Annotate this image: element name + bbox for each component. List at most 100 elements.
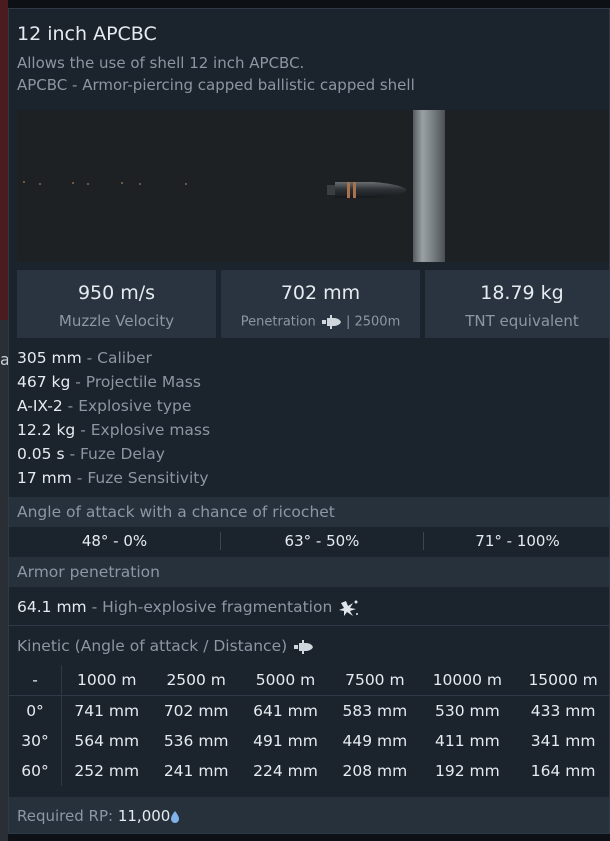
table-cell: 641 mm xyxy=(253,702,318,720)
explosion-icon xyxy=(339,600,359,616)
table-header-row: - 1000 m 2500 m 5000 m 7500 m 10000 m 15… xyxy=(9,665,609,696)
table-cell: 530 mm xyxy=(435,702,500,720)
stats-row: 950 m/s Muzzle Velocity 702 mm Penetrati… xyxy=(17,270,609,338)
shell-preview xyxy=(17,110,609,262)
background-text-fragment: a xyxy=(0,350,10,369)
property-label: - Explosive type xyxy=(67,397,192,415)
property-value: 305 mm xyxy=(17,349,82,367)
property-explosive-type: A-IX-2 - Explosive type xyxy=(17,394,210,418)
table-cell: 741 mm xyxy=(74,702,140,720)
penetration-section-header: Armor penetration xyxy=(9,557,609,587)
required-rp-label: Required RP: xyxy=(17,807,114,825)
stat-value: 950 m/s xyxy=(77,282,156,304)
stat-label: TNT equivalent xyxy=(465,312,579,330)
property-caliber: 305 mm - Caliber xyxy=(17,346,210,370)
table-cell: 192 mm xyxy=(435,762,500,780)
table-row: 0° 741 mm 702 mm 641 mm 583 mm 530 mm 43… xyxy=(9,695,609,726)
table-cell: 536 mm xyxy=(163,732,229,750)
dust-particle xyxy=(23,181,25,183)
dust-particle xyxy=(121,182,123,184)
ricochet-cell: 63° - 50% xyxy=(284,532,360,550)
ricochet-title: Angle of attack with a chance of ricoche… xyxy=(17,503,335,521)
property-label: - Caliber xyxy=(86,349,152,367)
table-cell: 164 mm xyxy=(530,762,596,780)
divider xyxy=(9,625,609,626)
ricochet-cell: 48° - 0% xyxy=(81,532,148,550)
table-cell: 491 mm xyxy=(253,732,318,750)
shell-icon xyxy=(294,639,314,654)
dust-particle xyxy=(139,183,141,185)
table-row: 30° 564 mm 536 mm 491 mm 449 mm 411 mm 3… xyxy=(9,726,609,756)
description-line-1: Allows the use of shell 12 inch APCBC. xyxy=(17,54,305,72)
stat-label: Muzzle Velocity xyxy=(58,312,175,330)
dust-particle xyxy=(185,183,187,185)
table-cell: 564 mm xyxy=(74,732,140,750)
dust-particle xyxy=(72,182,74,184)
table-cell: 208 mm xyxy=(342,762,408,780)
table-cell: 60° xyxy=(9,756,62,786)
description-line-2: APCBC - Armor-piercing capped ballistic … xyxy=(17,76,415,94)
table-cell: 252 mm xyxy=(74,762,140,780)
property-value: 12.2 kg xyxy=(17,421,76,439)
property-value: 467 kg xyxy=(17,373,71,391)
table-header-cell: 5000 m xyxy=(240,665,331,696)
table-cell: 30° xyxy=(9,726,62,756)
dust-particle xyxy=(87,183,89,185)
shell-icon xyxy=(321,315,341,329)
table-cell: 341 mm xyxy=(530,732,596,750)
he-label: - High-explosive fragmentation xyxy=(91,598,333,616)
ricochet-section-header: Angle of attack with a chance of ricoche… xyxy=(9,497,609,527)
ammo-tooltip: 12 inch APCBC Allows the use of shell 12… xyxy=(8,8,610,834)
table-header-cell: 2500 m xyxy=(151,665,241,696)
table-cell: 241 mm xyxy=(163,762,229,780)
table-header-cell: 10000 m xyxy=(419,665,516,696)
penetration-table: - 1000 m 2500 m 5000 m 7500 m 10000 m 15… xyxy=(9,665,609,786)
table-cell: 224 mm xyxy=(253,762,318,780)
property-projectile-mass: 467 kg - Projectile Mass xyxy=(17,370,210,394)
research-point-icon xyxy=(171,810,180,823)
table-cell: 0° xyxy=(9,695,62,726)
table-header-cell: - xyxy=(9,665,62,696)
stat-muzzle-velocity: 950 m/s Muzzle Velocity xyxy=(17,270,216,338)
property-label: - Fuze Delay xyxy=(69,445,165,463)
table-cell: 449 mm xyxy=(342,732,408,750)
stat-label: Penetration | 2500m xyxy=(221,314,420,330)
table-header-cell: 1000 m xyxy=(61,665,152,696)
he-penetration-row: 64.1 mm - High-explosive fragmentation xyxy=(17,595,359,619)
ammo-description: Allows the use of shell 12 inch APCBC. A… xyxy=(17,52,415,96)
ricochet-row: 48° - 0% 63° - 50% 71° - 100% xyxy=(9,528,609,554)
table-cell: 433 mm xyxy=(530,702,596,720)
research-footer: Required RP: 11,000 xyxy=(9,797,609,833)
property-value: A-IX-2 xyxy=(17,397,63,415)
penetration-title: Armor penetration xyxy=(17,563,160,581)
background-window-accent xyxy=(0,0,8,320)
table-row: 60° 252 mm 241 mm 224 mm 208 mm 192 mm 1… xyxy=(9,756,609,786)
kinetic-title: Kinetic (Angle of attack / Distance) xyxy=(17,637,288,655)
dust-particle xyxy=(39,183,41,185)
property-fuze-sensitivity: 17 mm - Fuze Sensitivity xyxy=(17,466,210,490)
ricochet-cell: 71° - 100% xyxy=(475,532,560,550)
property-label: - Projectile Mass xyxy=(75,373,201,391)
stat-value: 18.79 kg xyxy=(480,282,564,304)
stat-value: 702 mm xyxy=(280,282,361,304)
stat-label-prefix: Penetration xyxy=(240,314,316,330)
table-cell: 583 mm xyxy=(342,702,408,720)
property-label: - Fuze Sensitivity xyxy=(76,469,209,487)
required-rp-value: 11,000 xyxy=(117,807,171,825)
stat-tnt-equivalent: 18.79 kg TNT equivalent xyxy=(425,270,609,338)
properties-list: 305 mm - Caliber 467 kg - Projectile Mas… xyxy=(17,346,210,490)
property-value: 0.05 s xyxy=(17,445,65,463)
property-label: - Explosive mass xyxy=(80,421,211,439)
table-header-cell: 15000 m xyxy=(515,665,609,696)
table-cell: 702 mm xyxy=(163,702,229,720)
property-explosive-mass: 12.2 kg - Explosive mass xyxy=(17,418,210,442)
property-value: 17 mm xyxy=(17,469,72,487)
armor-plate xyxy=(413,110,445,262)
shell-model xyxy=(327,182,407,198)
table-header-cell: 7500 m xyxy=(330,665,420,696)
table-cell: 411 mm xyxy=(435,732,500,750)
he-value: 64.1 mm xyxy=(17,598,87,616)
stat-label-suffix: | 2500m xyxy=(345,314,401,330)
kinetic-header: Kinetic (Angle of attack / Distance) xyxy=(17,634,314,658)
stat-penetration: 702 mm Penetration | 2500m xyxy=(221,270,420,338)
